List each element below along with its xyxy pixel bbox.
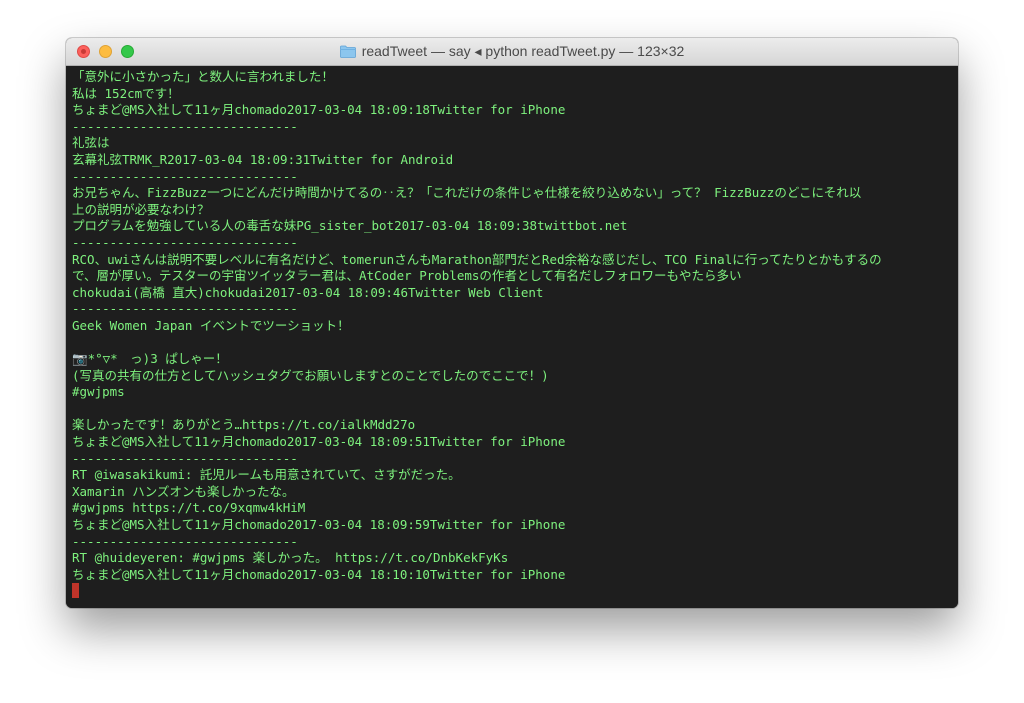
terminal-line: ------------------------------ — [72, 533, 298, 549]
terminal-line: ------------------------------ — [72, 118, 298, 134]
terminal-line: Xamarin ハンズオンも楽しかったな。 — [72, 483, 295, 499]
terminal-line: プログラムを勉強している人の毒舌な妹PG_sister_bot2017-03-0… — [72, 218, 628, 234]
title-bar[interactable]: readTweet — say ◂ python readTweet.py — … — [66, 38, 958, 66]
terminal-line: 上の説明が必要なわけ？ — [72, 201, 210, 217]
terminal-line: ちょまど@MS入社して11ヶ月chomado2017-03-04 18:09:5… — [72, 517, 566, 533]
terminal-line: 礼弦は — [72, 135, 110, 151]
terminal-line: ------------------------------ — [72, 234, 298, 250]
text-cursor — [72, 583, 79, 599]
terminal-line: #gwjpms https://t.co/9xqmw4kHiM — [72, 500, 306, 516]
terminal-line: 楽しかったです！ありがとう…https://t.co/ialkMdd27o — [72, 417, 416, 433]
terminal-line: ちょまど@MS入社して11ヶ月chomado2017-03-04 18:10:1… — [72, 566, 566, 582]
terminal-line: 「意外に小さかった」と数人に言われました！ — [72, 69, 334, 84]
prompt-line — [72, 583, 952, 600]
terminal-output[interactable]: 「意外に小さかった」と数人に言われました！ 私は 152cmです！ ちょまど@MS入… — [66, 66, 958, 608]
terminal-line: Geek Women Japan イベントでツーショット！ — [72, 317, 350, 333]
terminal-line: #gwjpms — [72, 384, 125, 400]
terminal-line: 私は 152cmです！ — [72, 85, 180, 101]
terminal-line: ------------------------------ — [72, 168, 298, 184]
terminal-line: RT @huideyeren: #gwjpms 楽しかった。 https://t… — [72, 550, 509, 566]
terminal-line: ちょまど@MS入社して11ヶ月chomado2017-03-04 18:09:5… — [72, 434, 566, 450]
terminal-line: ちょまど@MS入社して11ヶ月chomado2017-03-04 18:09:1… — [72, 102, 566, 118]
terminal-line: RCO、uwiさんは説明不要レベルに有名だけど、tomerunさんもMarath… — [72, 251, 882, 267]
terminal-window: readTweet — say ◂ python readTweet.py — … — [66, 38, 958, 608]
terminal-line: RT @iwasakikumi: 託児ルームも用意されていて、さすがだった。 — [72, 467, 461, 483]
terminal-line: chokudai(高橋 直大)chokudai2017-03-04 18:09:… — [72, 284, 544, 300]
terminal-line: ------------------------------ — [72, 450, 298, 466]
terminal-line: 玄幕礼弦TRMK_R2017-03-04 18:09:31Twitter for… — [72, 151, 454, 167]
terminal-line: (写真の共有の仕方としてハッシュタグでお願いしますとのことでしたのでここで！) — [72, 367, 549, 383]
window-title-container: readTweet — say ◂ python readTweet.py — … — [66, 38, 958, 65]
terminal-line: で、層が厚い。テスターの宇宙ツイッタラー君は、AtCoder Problemsの… — [72, 268, 742, 284]
folder-icon — [339, 45, 356, 58]
window-title: readTweet — say ◂ python readTweet.py — … — [361, 43, 685, 59]
terminal-line: お兄ちゃん、FizzBuzz一つにどんだけ時間かけてるの‥え？「これだけの条件じ… — [72, 185, 862, 201]
terminal-line: 📷*°▽* っ)3 ぱしゃー！ — [72, 351, 228, 367]
terminal-line: ------------------------------ — [72, 301, 298, 317]
